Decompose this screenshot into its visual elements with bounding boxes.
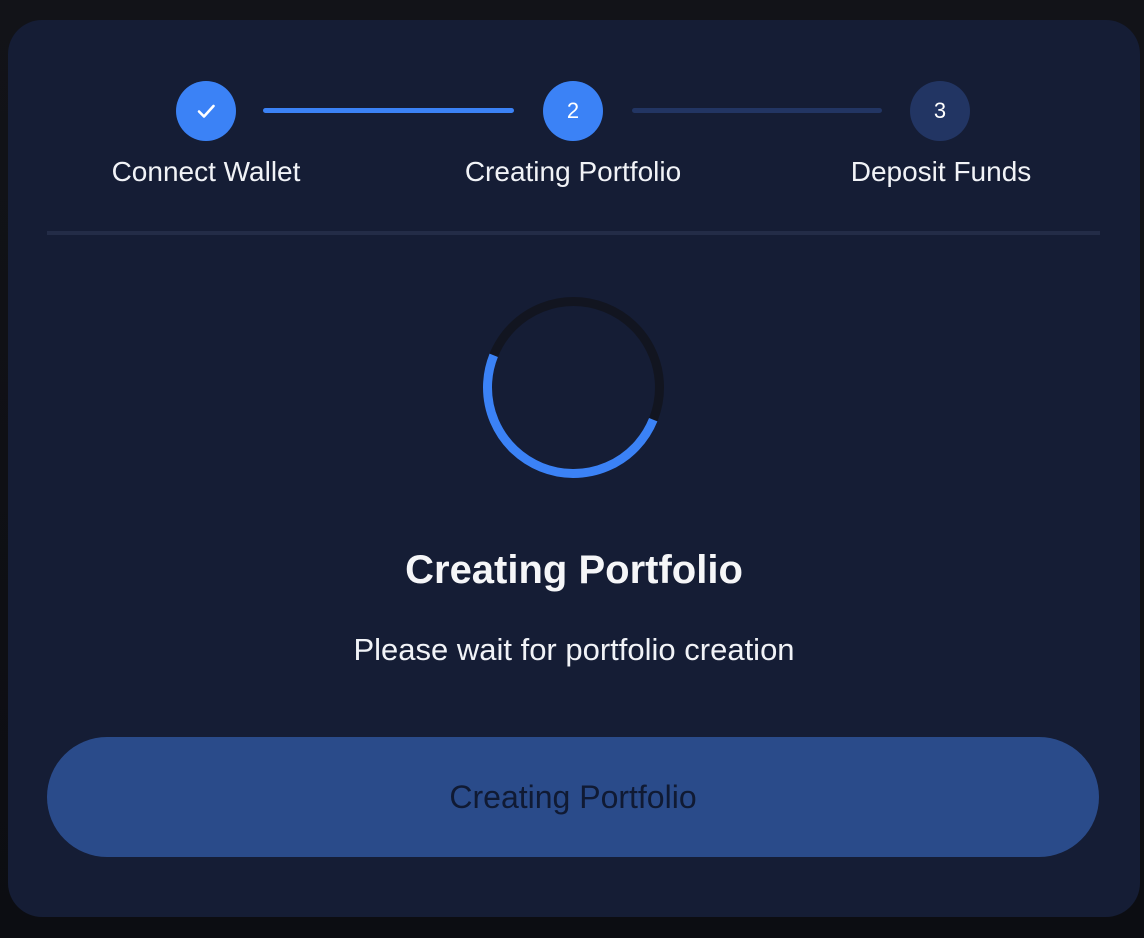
step-3-indicator: 3 [910,81,970,141]
status-title: Creating Portfolio [405,548,743,592]
step-1-indicator [176,81,236,141]
stepper-divider [47,231,1100,235]
step-2-label: Creating Portfolio [464,156,682,187]
status-subtitle: Please wait for portfolio creation [353,632,795,667]
step-1-label: Connect Wallet [111,156,301,187]
step-2-indicator: 2 [543,81,603,141]
creating-portfolio-button[interactable]: Creating Portfolio [47,737,1099,857]
step-2-number: 2 [566,98,580,123]
create-portfolio-modal: Connect Wallet 2 Creating Portfolio 3 De… [8,20,1140,917]
step-3-label: Deposit Funds [850,156,1032,187]
progress-stepper: Connect Wallet 2 Creating Portfolio 3 De… [8,20,1140,235]
step-connector-2-3 [632,108,882,113]
loading-spinner-icon [483,297,664,478]
step-3-number: 3 [933,98,947,123]
check-icon [197,104,215,118]
step-connector-1-2 [263,108,514,113]
